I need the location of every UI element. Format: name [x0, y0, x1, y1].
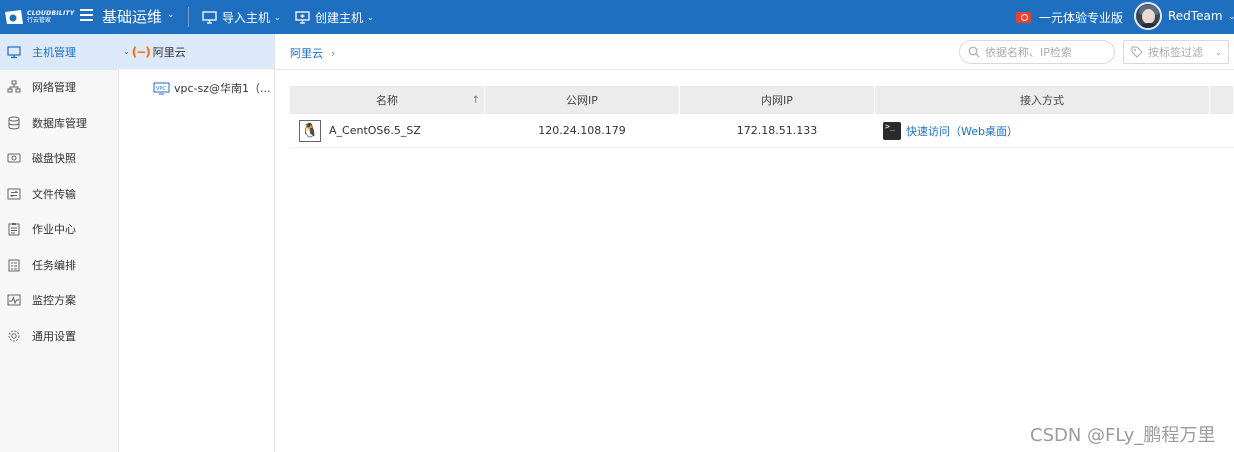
- tree-node-label: 阿里云: [152, 45, 186, 59]
- tag-filter-placeholder: 按标签过滤: [1148, 46, 1203, 59]
- sidebar-item-general-settings[interactable]: 通用设置: [0, 318, 118, 354]
- sidebar: 主机管理 网络管理 数据库管理 磁盘快照 文件传输 作业中心 任务编排 监控方案…: [0, 34, 119, 452]
- sidebar-item-network-management[interactable]: 网络管理: [0, 70, 118, 106]
- breadcrumb[interactable]: 阿里云 ›: [290, 45, 335, 61]
- sidebar-item-label: 网络管理: [32, 81, 76, 95]
- chevron-down-icon[interactable]: ⌄: [167, 10, 175, 20]
- trial-pro-link[interactable]: 一元体验专业版: [1016, 9, 1123, 26]
- chevron-right-icon: ›: [331, 47, 336, 60]
- job-center-icon: [8, 223, 20, 236]
- header-divider: [188, 7, 189, 27]
- top-navigation-bar: CLOUDBILITY 行云管家 基础运维 ⌄ 导入主机 ⌄ 创建主机 ⌄ 一元…: [0, 0, 1234, 34]
- sidebar-item-file-transfer[interactable]: 文件传输: [0, 176, 118, 212]
- column-header-label: 内网IP: [761, 94, 793, 107]
- sidebar-item-label: 通用设置: [32, 329, 76, 343]
- tag-filter-select[interactable]: 按标签过滤 ⌄: [1123, 40, 1229, 64]
- search-input[interactable]: [985, 45, 1105, 59]
- file-transfer-icon: [7, 188, 21, 200]
- column-header-public-ip[interactable]: 公网IP: [485, 86, 680, 114]
- sidebar-item-task-orchestration[interactable]: 任务编排: [0, 247, 118, 283]
- disk-snapshot-icon: [7, 153, 21, 163]
- user-name: RedTeam: [1168, 9, 1223, 23]
- gift-icon: [1016, 12, 1031, 23]
- module-title[interactable]: 基础运维: [102, 6, 162, 27]
- sidebar-item-host-management[interactable]: 主机管理: [0, 34, 118, 70]
- monitor-import-icon: [202, 11, 217, 24]
- sidebar-item-label: 作业中心: [32, 223, 76, 237]
- cell-extra: [1210, 114, 1234, 147]
- monitor-icon: [7, 46, 21, 58]
- sidebar-item-label: 任务编排: [32, 258, 76, 272]
- sidebar-item-label: 主机管理: [32, 45, 76, 59]
- cell-private-ip: 172.18.51.133: [680, 114, 875, 147]
- sidebar-item-label: 磁盘快照: [32, 152, 76, 166]
- resource-tree: ⌄ (−) 阿里云 VPC vpc-sz@华南1（...: [119, 34, 275, 452]
- import-host-button[interactable]: 导入主机 ⌄: [202, 9, 281, 26]
- logo-brand-text: CLOUDBILITY: [27, 9, 75, 17]
- column-header-label: 公网IP: [566, 94, 598, 107]
- create-host-button[interactable]: 创建主机 ⌄: [295, 9, 374, 26]
- sidebar-item-disk-snapshot[interactable]: 磁盘快照: [0, 141, 118, 177]
- menu-hamburger-icon[interactable]: [80, 9, 93, 23]
- database-icon: [8, 116, 20, 130]
- column-header-label: 名称: [376, 94, 398, 107]
- settings-gear-icon: [8, 330, 20, 342]
- column-header-name[interactable]: 名称 ↑: [290, 86, 485, 114]
- task-orchestration-icon: [8, 259, 20, 272]
- logo-sub-text: 行云管家: [27, 16, 52, 24]
- sidebar-item-job-center[interactable]: 作业中心: [0, 212, 118, 248]
- linux-penguin-icon: 🐧: [299, 119, 321, 142]
- search-icon: [968, 46, 980, 58]
- chevron-down-icon: ⌄: [367, 13, 374, 22]
- avatar: [1134, 2, 1162, 30]
- tag-icon: [1131, 46, 1143, 58]
- aliyun-logo-icon: (−): [131, 44, 151, 59]
- watermark: CSDN @FLy_鹏程万里: [1030, 425, 1216, 446]
- create-host-label: 创建主机: [315, 11, 364, 25]
- tree-node-label: vpc-sz@华南1（...: [174, 82, 271, 95]
- sort-arrow-icon[interactable]: ↑: [472, 95, 480, 106]
- chevron-down-icon: ⌄: [1228, 11, 1234, 21]
- breadcrumb-item[interactable]: 阿里云: [290, 47, 323, 60]
- quick-access-web-link[interactable]: 快速访问（Web桌面）: [906, 123, 1018, 139]
- monitor-create-icon: [295, 11, 310, 24]
- sidebar-item-monitor-plan[interactable]: 监控方案: [0, 283, 118, 319]
- cloudbility-logo[interactable]: CLOUDBILITY 行云管家: [3, 6, 75, 28]
- private-ip-value: 172.18.51.133: [736, 124, 818, 137]
- search-box[interactable]: [959, 40, 1115, 64]
- sidebar-item-label: 文件传输: [32, 187, 76, 201]
- vpc-icon: VPC: [153, 82, 170, 94]
- host-name[interactable]: A_CentOS6.5_SZ: [329, 124, 421, 137]
- cell-access-method: >_ 快速访问（Web桌面）: [875, 114, 1210, 147]
- toolbar: 阿里云 › 按标签过滤 ⌄: [275, 34, 1234, 70]
- sidebar-item-label: 数据库管理: [32, 116, 87, 130]
- chevron-down-icon[interactable]: ⌄: [123, 47, 130, 56]
- trial-pro-label: 一元体验专业版: [1039, 11, 1124, 25]
- terminal-icon[interactable]: >_: [883, 121, 901, 140]
- table-row[interactable]: 🐧 A_CentOS6.5_SZ 120.24.108.179 172.18.5…: [290, 114, 1234, 148]
- table-header: 名称 ↑ 公网IP 内网IP 接入方式: [290, 86, 1234, 114]
- column-header-label: 接入方式: [1020, 94, 1064, 107]
- user-menu[interactable]: RedTeam ⌄: [1134, 2, 1234, 30]
- chevron-down-icon: ⌄: [274, 13, 281, 22]
- monitor-plan-icon: [7, 294, 21, 306]
- main-content: 阿里云 › 按标签过滤 ⌄ 名称 ↑ 公网IP 内网IP 接入方式 🐧 A_Cen…: [275, 34, 1234, 452]
- column-header-private-ip[interactable]: 内网IP: [680, 86, 875, 114]
- column-header-extra: [1210, 86, 1234, 114]
- import-host-label: 导入主机: [222, 11, 271, 25]
- tree-node-vpc[interactable]: VPC vpc-sz@华南1（...: [153, 80, 271, 96]
- network-icon: [7, 80, 21, 93]
- column-header-access-method[interactable]: 接入方式: [875, 86, 1210, 114]
- svg-text:VPC: VPC: [156, 86, 166, 92]
- host-table: 名称 ↑ 公网IP 内网IP 接入方式 🐧 A_CentOS6.5_SZ 120…: [290, 86, 1234, 148]
- cloud-logo-icon: [3, 8, 25, 26]
- tree-node-aliyun[interactable]: ⌄ (−) 阿里云: [119, 34, 274, 69]
- sidebar-item-label: 监控方案: [32, 294, 76, 308]
- public-ip-value: 120.24.108.179: [538, 124, 626, 137]
- cell-public-ip: 120.24.108.179: [485, 114, 680, 147]
- cell-name: 🐧 A_CentOS6.5_SZ: [290, 114, 485, 147]
- sidebar-item-database-management[interactable]: 数据库管理: [0, 105, 118, 141]
- chevron-down-icon: ⌄: [1215, 47, 1222, 57]
